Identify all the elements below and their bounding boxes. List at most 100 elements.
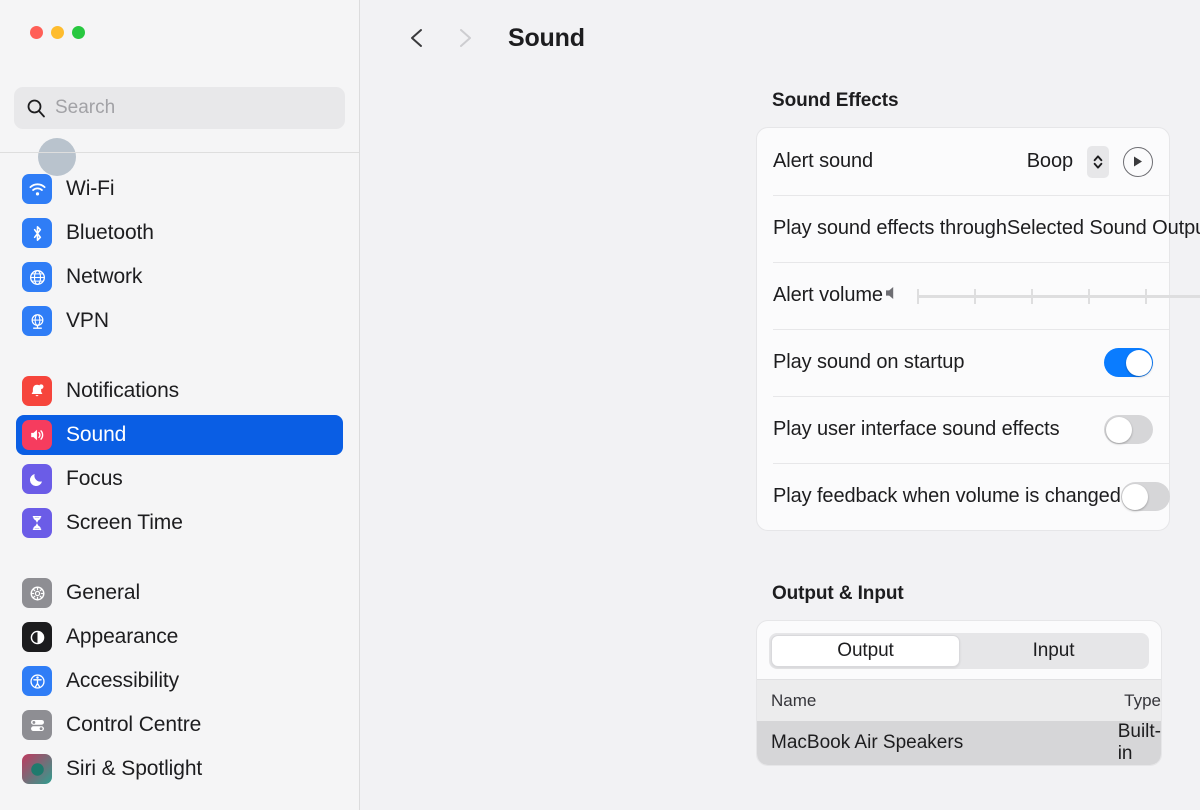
zoom-window-button[interactable] [72,26,85,39]
row-label: Play sound effects through [773,217,1007,240]
section-title-output-input: Output & Input [360,583,1200,605]
back-button[interactable] [396,17,438,59]
sidebar-item-notifications[interactable]: Notifications [16,371,343,411]
vpn-globe-icon [22,306,52,336]
wifi-icon [22,174,52,204]
search-input[interactable] [55,97,333,119]
sidebar-item-network[interactable]: Network [16,257,343,297]
play-icon [1132,155,1144,168]
sidebar-group-general: General Appearance Accessibility Control… [0,573,359,789]
slider-tick [1031,289,1033,304]
close-window-button[interactable] [30,26,43,39]
siri-icon [22,754,52,784]
row-play-sound-effects-through: Play sound effects through Selected Soun… [757,195,1169,262]
tab-output[interactable]: Output [771,635,960,667]
sidebar-item-label: Accessibility [66,669,179,693]
sidebar-item-accessibility[interactable]: Accessibility [16,661,343,701]
page-title: Sound [508,24,585,53]
sidebar-item-focus[interactable]: Focus [16,459,343,499]
play-alert-sound-button[interactable] [1123,147,1153,177]
row-label: Play sound on startup [773,351,964,374]
slider-tick [1145,289,1147,304]
sidebar-item-bluetooth[interactable]: Bluetooth [16,213,343,253]
hourglass-icon [22,508,52,538]
bell-icon [22,376,52,406]
row-play-feedback-volume-changed: Play feedback when volume is changed [757,463,1169,530]
sidebar-item-label: Notifications [66,379,179,403]
device-table-header: Name Type [757,679,1161,721]
sidebar-item-siri-and-spotlight[interactable]: Siri & Spotlight [16,749,343,789]
column-header-name: Name [757,691,1124,711]
globe-icon [22,262,52,292]
sidebar-item-label: Sound [66,423,126,447]
sidebar-item-label: VPN [66,309,109,333]
sidebar-item-label: Wi-Fi [66,177,114,201]
sidebar-item-label: Appearance [66,625,178,649]
row-label: Play user interface sound effects [773,418,1060,441]
output-input-tabs: Output Input [757,621,1161,679]
sidebar-item-label: Network [66,265,142,289]
forward-button[interactable] [444,17,486,59]
alert-volume-control [883,282,1200,310]
bluetooth-icon [22,218,52,248]
sidebar-item-label: General [66,581,140,605]
column-header-type: Type [1124,691,1161,711]
play-sound-on-startup-toggle[interactable] [1104,348,1153,377]
play-ui-sound-effects-toggle[interactable] [1104,415,1153,444]
appearance-icon [22,622,52,652]
row-play-sound-on-startup: Play sound on startup [757,329,1169,396]
table-row[interactable]: MacBook Air Speakers Built-in [757,721,1161,765]
main-content: Sound Sound Effects Alert sound Boop [360,0,1200,810]
control-centre-icon [22,710,52,740]
row-alert-sound: Alert sound Boop [757,128,1169,195]
output-input-card: Output Input Name Type MacBook Air Speak… [756,620,1162,766]
slider-tick [1088,289,1090,304]
alert-sound-stepper[interactable] [1087,146,1109,178]
sidebar: Wi-Fi Bluetooth Network VPN [0,0,360,810]
row-label: Alert sound [773,150,873,173]
row-label: Play feedback when volume is changed [773,485,1121,508]
row-play-user-interface-sound-effects: Play user interface sound effects [757,396,1169,463]
moon-icon [22,464,52,494]
sidebar-item-screen-time[interactable]: Screen Time [16,503,343,543]
alert-sound-value: Boop [1027,150,1073,173]
toggle-knob [1126,350,1152,376]
sidebar-item-wi-fi[interactable]: Wi-Fi [16,169,343,209]
tab-input[interactable]: Input [960,635,1147,667]
sidebar-item-label: Focus [66,467,123,491]
slider-track [917,295,1200,298]
slider-tick [974,289,976,304]
sidebar-item-general[interactable]: General [16,573,343,613]
sidebar-item-appearance[interactable]: Appearance [16,617,343,657]
speaker-icon [22,420,52,450]
sidebar-item-control-centre[interactable]: Control Centre [16,705,343,745]
sound-output-device-value: Selected Sound Output Device [1007,217,1200,240]
window-traffic-lights [30,26,85,39]
content-toolbar: Sound [360,0,1200,76]
chevron-left-icon [407,26,427,50]
play-feedback-volume-toggle[interactable] [1121,482,1170,511]
sidebar-group-network: Wi-Fi Bluetooth Network VPN [0,169,359,341]
sidebar-item-sound[interactable]: Sound [16,415,343,455]
accessibility-icon [22,666,52,696]
slider-tick [917,289,919,304]
search-icon [26,98,46,118]
sidebar-group-system: Notifications Sound Focus Screen Time [0,371,359,543]
sidebar-scroll-area[interactable]: Wi-Fi Bluetooth Network VPN [0,153,359,810]
gear-icon [22,578,52,608]
sidebar-search-field[interactable] [14,87,345,129]
sidebar-item-vpn[interactable]: VPN [16,301,343,341]
sidebar-item-label: Bluetooth [66,221,154,245]
toggle-knob [1106,417,1132,443]
sidebar-item-label: Screen Time [66,511,183,535]
row-alert-volume: Alert volume [757,262,1169,329]
alert-volume-slider[interactable] [917,282,1200,310]
segmented-control: Output Input [769,633,1149,669]
sidebar-item-label: Control Centre [66,713,201,737]
sound-effects-card: Alert sound Boop Play sound effects t [756,127,1170,531]
chevron-up-down-icon [1092,153,1104,171]
chevron-right-icon [455,26,475,50]
minimize-window-button[interactable] [51,26,64,39]
speaker-low-icon [883,284,903,307]
device-type: Built-in [1118,721,1161,765]
